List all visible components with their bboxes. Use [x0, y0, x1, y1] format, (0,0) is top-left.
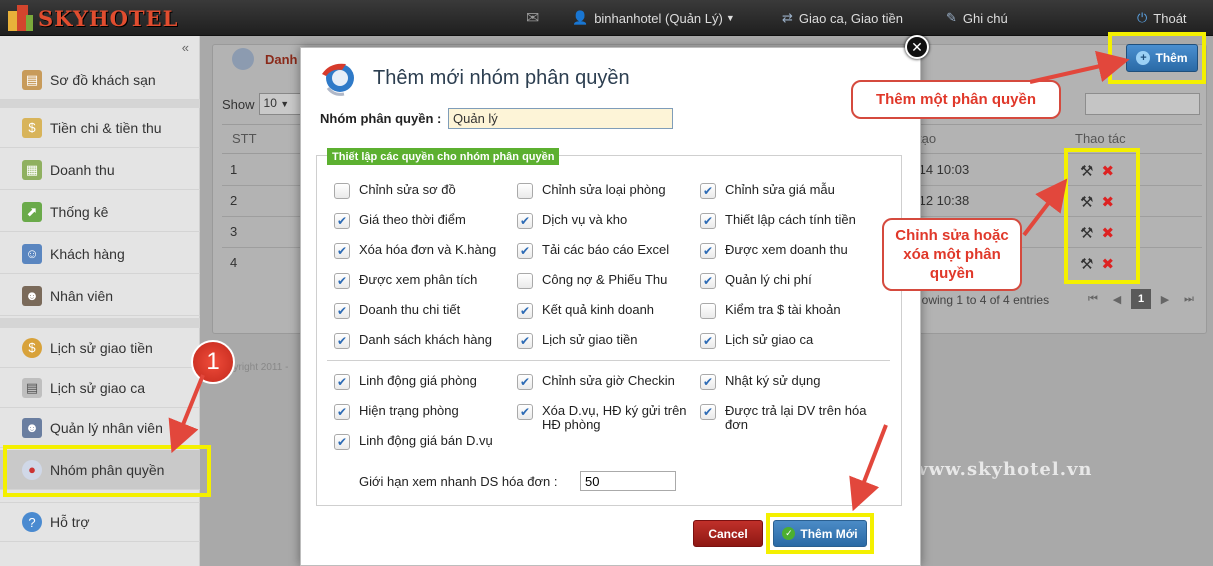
arrow-to-sidebar-item — [168, 374, 205, 454]
annotation-arrows — [168, 50, 1130, 512]
arrow-to-submit — [849, 424, 888, 512]
arrow-to-add-button — [1029, 50, 1130, 84]
arrow-to-actions — [1022, 178, 1068, 237]
